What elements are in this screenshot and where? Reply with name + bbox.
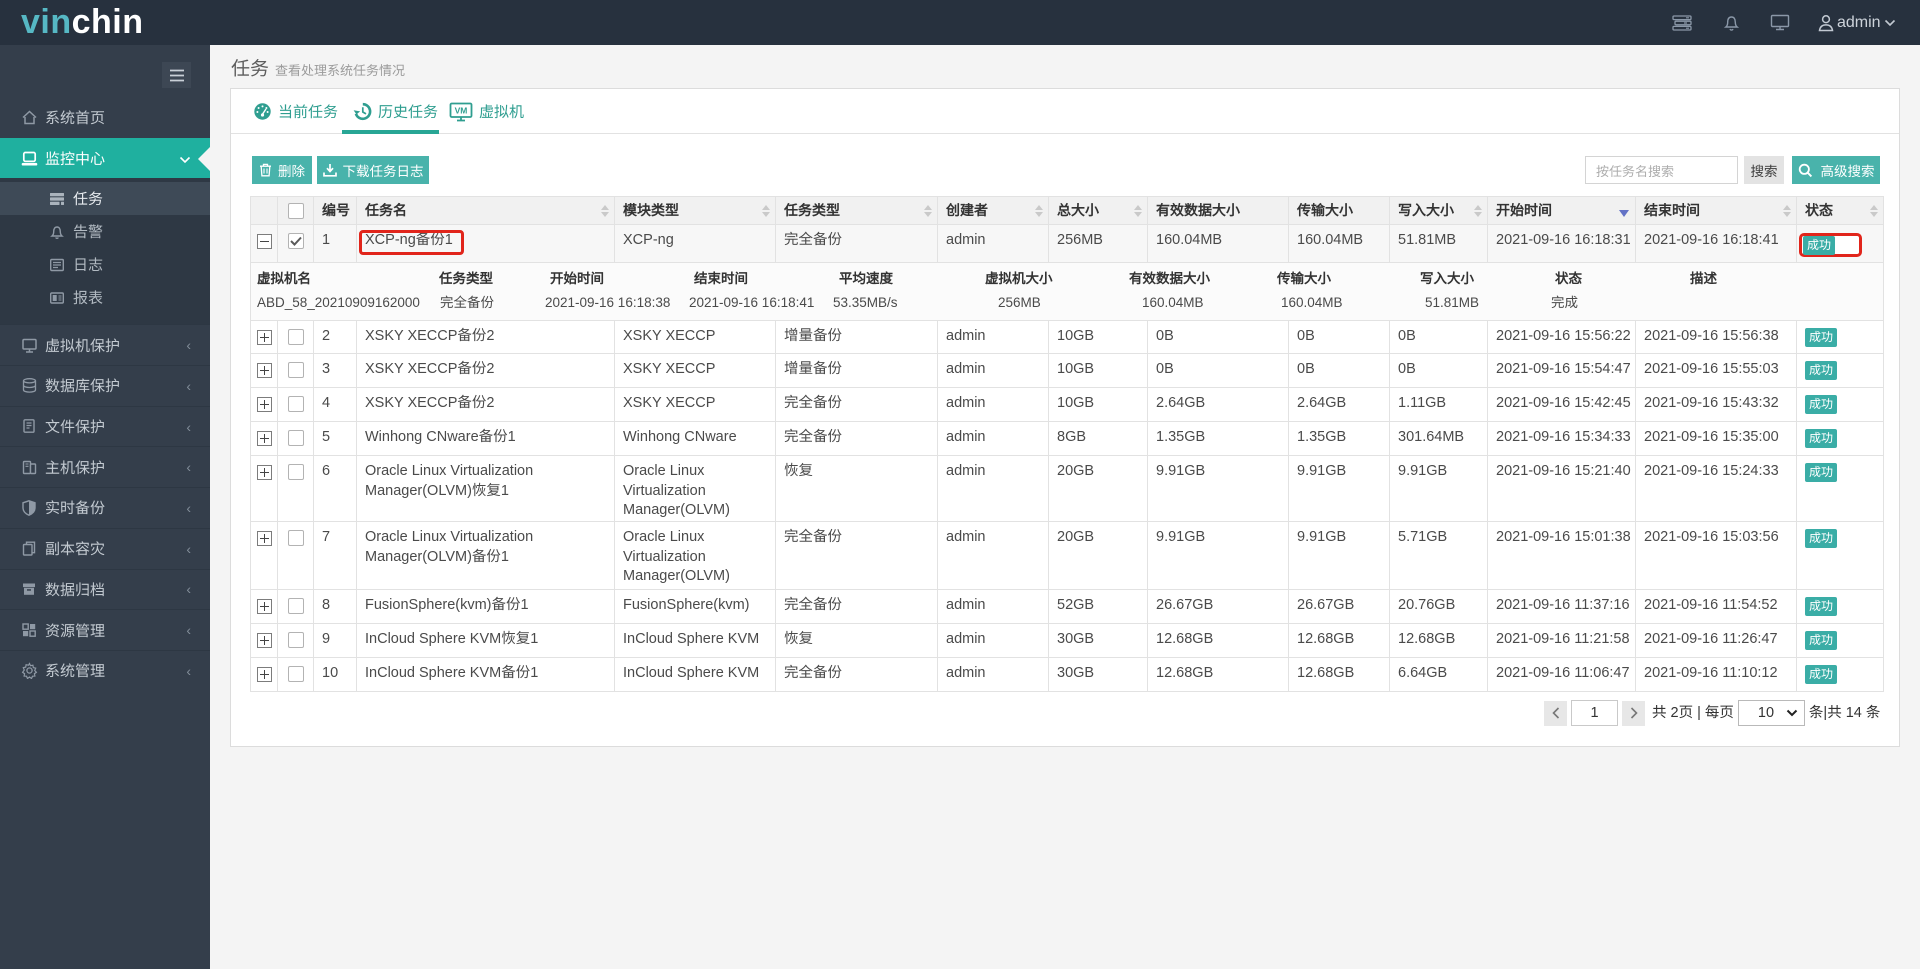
svg-text:VM: VM — [455, 105, 468, 115]
